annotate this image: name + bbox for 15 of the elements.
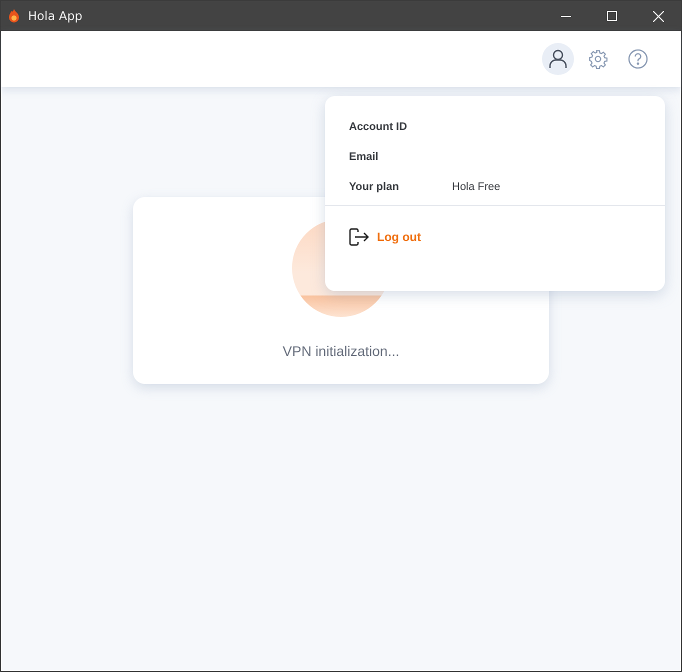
close-icon — [652, 10, 664, 22]
account-button[interactable] — [542, 43, 574, 75]
logout-icon — [349, 228, 369, 246]
field-label: Account ID — [349, 120, 408, 132]
user-icon — [549, 49, 567, 69]
window-title: Hola App — [28, 9, 82, 23]
status-message: VPN initialization... — [282, 343, 400, 359]
field-label: Your plan — [349, 180, 400, 192]
help-icon — [628, 49, 648, 69]
logout-button[interactable]: Log out — [349, 228, 421, 246]
settings-icon — [588, 49, 608, 69]
field-label: Email — [349, 150, 380, 162]
field-value: Hola Free — [452, 180, 500, 192]
flame-logo-icon — [7, 9, 21, 23]
maximize-icon — [607, 11, 617, 21]
